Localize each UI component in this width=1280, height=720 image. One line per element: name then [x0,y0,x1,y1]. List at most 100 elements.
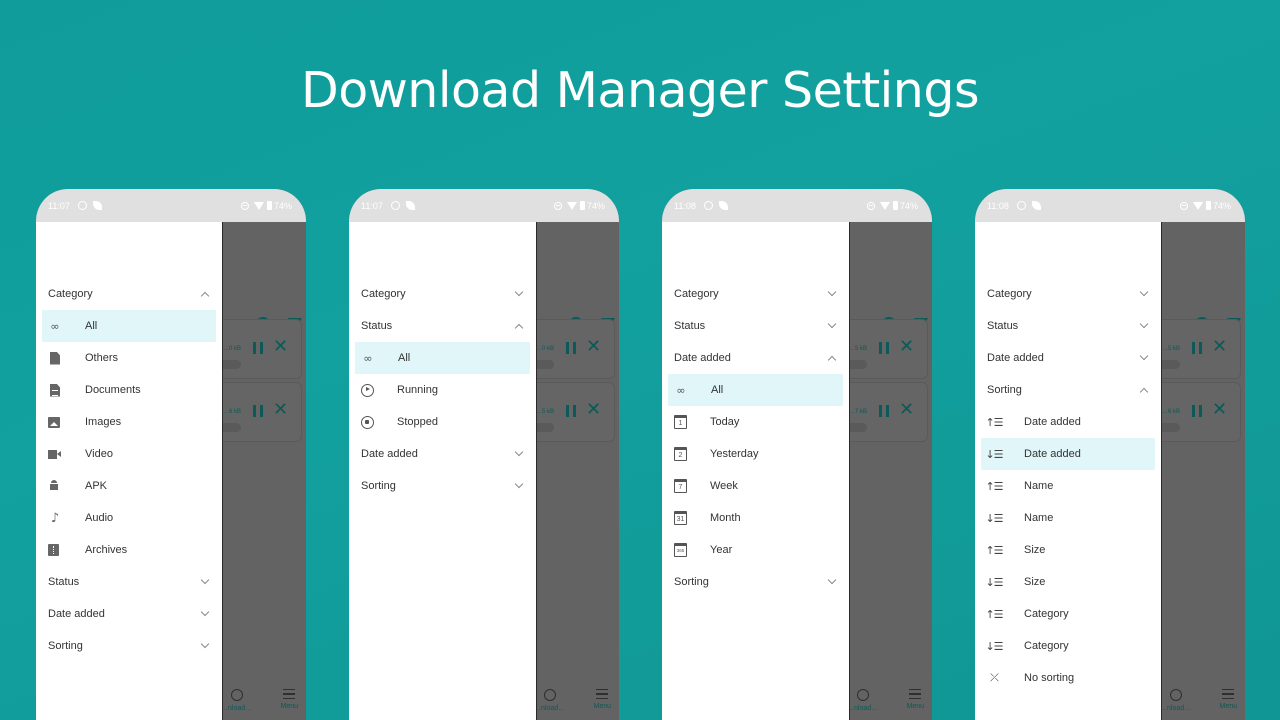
download-item[interactable]: …5 kB ✕ [842,319,928,379]
section-date-added[interactable]: Date added [36,598,222,630]
chevron-down-icon [514,287,524,297]
video-icon [48,449,61,459]
battery-percent: 74% [273,200,292,211]
sort-item-category-desc[interactable]: ↓☰ Category [981,630,1155,662]
settings-gear-icon [390,201,400,210]
section-sorting[interactable]: Sorting [349,470,536,502]
leaf-icon [405,201,415,210]
section-status[interactable]: Status [36,566,222,598]
section-date-added[interactable]: Date added [349,438,536,470]
section-date-added[interactable]: Date added [975,342,1161,374]
pause-icon[interactable] [253,342,263,354]
category-item-documents[interactable]: Documents [42,374,216,406]
section-category[interactable]: Category [662,278,849,310]
date-item-month[interactable]: 31 Month [668,502,843,534]
cancel-icon[interactable]: ✕ [1212,338,1227,356]
cancel-icon[interactable]: ✕ [273,401,288,419]
nav-downloads[interactable]: …nload… [534,689,565,712]
nav-downloads[interactable]: …nload… [847,689,878,712]
section-sorting[interactable]: Sorting [975,374,1161,406]
download-item[interactable]: …6 kB ✕ [1155,382,1241,442]
section-category[interactable]: Category [349,278,536,310]
section-sorting[interactable]: Sorting [662,566,849,598]
sort-descending-icon: ↓☰ [985,639,1003,653]
cancel-icon[interactable]: ✕ [899,338,914,356]
cancel-icon[interactable]: ✕ [899,401,914,419]
phone-screenshot-status: 11:07 74% …0 kB ✕ …5 kB ✕ …nload… Menu C… [349,189,619,720]
pause-icon[interactable] [879,342,889,354]
archive-icon [48,544,59,556]
chevron-down-icon [827,575,837,585]
sort-item-size-asc[interactable]: ↑☰ Size [981,534,1155,566]
nav-downloads[interactable]: …nload… [1160,689,1191,712]
date-item-week[interactable]: 7 Week [668,470,843,502]
nav-menu[interactable]: Menu [906,689,924,712]
section-status[interactable]: Status [662,310,849,342]
date-item-today[interactable]: 1 Today [668,406,843,438]
nav-menu[interactable]: Menu [280,689,298,712]
chevron-up-icon [827,355,837,364]
download-item[interactable]: …5 kB ✕ [529,382,615,442]
nav-menu[interactable]: Menu [1219,689,1237,712]
calendar-365-icon: 365 [674,543,687,557]
cancel-icon[interactable]: ✕ [1212,401,1227,419]
section-sorting[interactable]: Sorting [36,630,222,662]
image-icon [48,416,60,428]
category-item-apk[interactable]: APK [42,470,216,502]
category-item-archives[interactable]: Archives [42,534,216,566]
download-item[interactable]: …0 kB ✕ [216,319,302,379]
section-category[interactable]: Category [975,278,1161,310]
section-category[interactable]: Category [36,278,222,310]
settings-gear-icon [703,201,713,210]
do-not-disturb-icon [240,201,249,210]
check-circle-icon [856,689,869,701]
download-item[interactable]: …0 kB ✕ [529,319,615,379]
infinity-icon: ∞ [363,351,373,365]
status-item-stopped[interactable]: Stopped [355,406,530,438]
section-date-added[interactable]: Date added [662,342,849,374]
pause-icon[interactable] [253,405,263,417]
cancel-icon[interactable]: ✕ [586,338,601,356]
cancel-icon[interactable]: ✕ [273,338,288,356]
download-item[interactable]: …6 kB ✕ [216,382,302,442]
category-item-others[interactable]: Others [42,342,216,374]
sort-item-none[interactable]: ⤫ No sorting [981,662,1155,694]
cancel-icon[interactable]: ✕ [586,401,601,419]
wifi-icon [253,201,264,210]
page-headline: Download Manager Settings [301,62,979,119]
date-item-yesterday[interactable]: 2 Yesterday [668,438,843,470]
filter-drawer: Category Status Date added ∞ All 1 Today 2… [662,222,850,720]
category-item-audio[interactable]: ♪ Audio [42,502,216,534]
status-bar: 11:08 74% [662,189,932,222]
pause-icon[interactable] [1192,342,1202,354]
download-item[interactable]: …7 kB ✕ [842,382,928,442]
status-item-all[interactable]: ∞ All [355,342,530,374]
section-status[interactable]: Status [349,310,536,342]
sort-item-date-asc[interactable]: ↑☰ Date added [981,406,1155,438]
sort-ascending-icon: ↑☰ [985,607,1003,621]
pause-icon[interactable] [879,405,889,417]
pause-icon[interactable] [1192,405,1202,417]
nav-downloads[interactable]: …nload… [221,689,252,712]
date-item-all[interactable]: ∞ All [668,374,843,406]
category-item-all[interactable]: ∞ All [42,310,216,342]
sort-item-category-asc[interactable]: ↑☰ Category [981,598,1155,630]
status-item-running[interactable]: Running [355,374,530,406]
date-item-year[interactable]: 365 Year [668,534,843,566]
pause-icon[interactable] [566,342,576,354]
leaf-icon [718,201,728,210]
category-item-video[interactable]: Video [42,438,216,470]
phone-screenshot-date-added: 11:08 74% …5 kB ✕ …7 kB ✕ …nload… Menu C… [662,189,932,720]
download-item[interactable]: …5 kB ✕ [1155,319,1241,379]
pause-icon[interactable] [566,405,576,417]
wifi-icon [566,201,577,210]
sort-item-name-asc[interactable]: ↑☰ Name [981,470,1155,502]
category-item-images[interactable]: Images [42,406,216,438]
chevron-up-icon [200,291,210,300]
section-status[interactable]: Status [975,310,1161,342]
nav-menu[interactable]: Menu [593,689,611,712]
sort-item-size-desc[interactable]: ↓☰ Size [981,566,1155,598]
sort-item-date-desc[interactable]: ↓☰ Date added [981,438,1155,470]
status-time: 11:07 [361,200,383,211]
sort-item-name-desc[interactable]: ↓☰ Name [981,502,1155,534]
